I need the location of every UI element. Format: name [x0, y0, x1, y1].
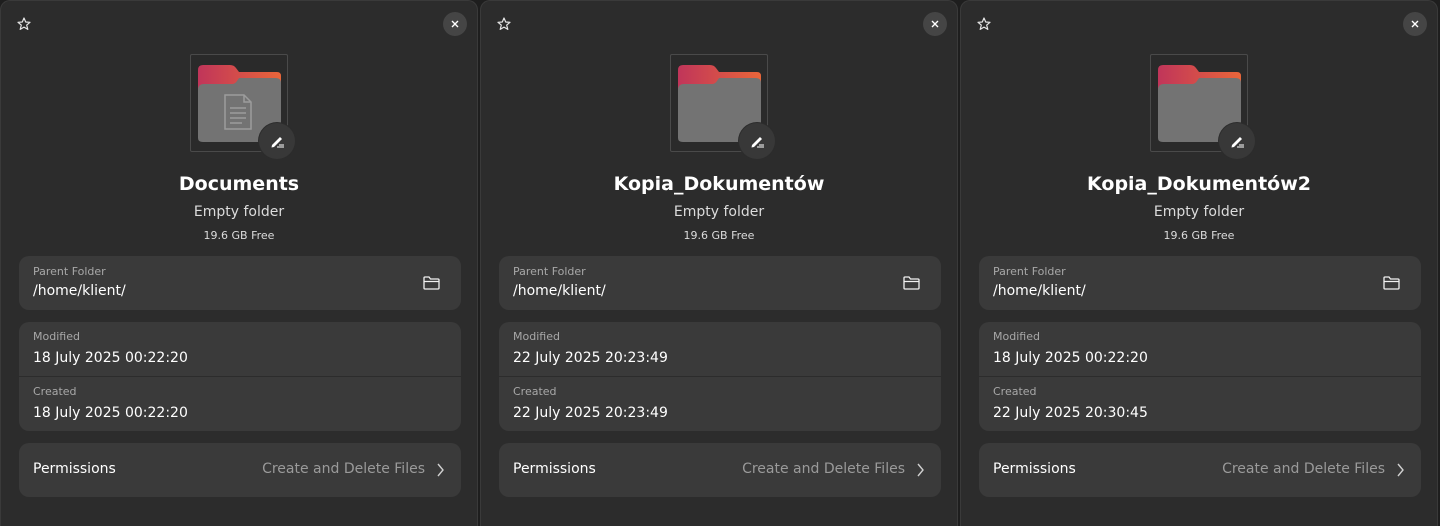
created-value: 22 July 2025 20:23:49	[513, 405, 668, 421]
created-label: Created	[993, 385, 1037, 398]
permissions-row[interactable]: Permissions Create and Delete Files	[979, 443, 1421, 497]
permissions-label: Permissions	[993, 461, 1076, 477]
permissions-label: Permissions	[33, 461, 116, 477]
properties-window-kopia-dokumentow2: Kopia_Dokumentów2 Empty folder 19.6 GB F…	[960, 0, 1438, 526]
close-icon	[1411, 20, 1419, 28]
rename-button[interactable]	[259, 123, 295, 159]
close-button[interactable]	[443, 12, 467, 36]
dates-card: Modified 18 July 2025 00:22:20 Created 2…	[979, 322, 1421, 431]
modified-label: Modified	[33, 330, 80, 343]
dates-card: Modified 22 July 2025 20:23:49 Created 2…	[499, 322, 941, 431]
open-parent-folder-button[interactable]	[421, 273, 441, 293]
created-label: Created	[513, 385, 557, 398]
properties-window-documents: Documents Empty folder 19.6 GB Free Pare…	[0, 0, 478, 526]
parent-folder-value: /home/klient/	[33, 283, 126, 299]
created-label: Created	[33, 385, 77, 398]
folder-open-icon	[1382, 276, 1400, 290]
parent-folder-row: Parent Folder /home/klient/	[499, 256, 941, 310]
chevron-right-icon	[1397, 463, 1404, 477]
folder-name: Kopia_Dokumentów	[613, 173, 825, 195]
parent-folder-label: Parent Folder	[33, 265, 106, 278]
chevron-right-icon	[917, 463, 924, 477]
close-button[interactable]	[1403, 12, 1427, 36]
parent-folder-label: Parent Folder	[513, 265, 586, 278]
parent-folder-value: /home/klient/	[993, 283, 1086, 299]
modified-label: Modified	[513, 330, 560, 343]
rename-button[interactable]	[739, 123, 775, 159]
pencil-icon	[751, 137, 764, 148]
permissions-value: Create and Delete Files	[742, 461, 905, 477]
free-space: 19.6 GB Free	[683, 229, 755, 242]
divider	[19, 376, 461, 377]
permissions-value: Create and Delete Files	[1222, 461, 1385, 477]
free-space: 19.6 GB Free	[1163, 229, 1235, 242]
pencil-icon	[271, 137, 284, 148]
folder-name: Kopia_Dokumentów2	[1087, 173, 1311, 195]
open-parent-folder-button[interactable]	[901, 273, 921, 293]
created-value: 18 July 2025 00:22:20	[33, 405, 188, 421]
permissions-label: Permissions	[513, 461, 596, 477]
permissions-value: Create and Delete Files	[262, 461, 425, 477]
modified-value: 18 July 2025 00:22:20	[993, 350, 1148, 366]
star-icon[interactable]	[493, 13, 515, 35]
open-parent-folder-button[interactable]	[1381, 273, 1401, 293]
folder-type: Empty folder	[193, 204, 285, 220]
properties-window-kopia-dokumentow: Kopia_Dokumentów Empty folder 19.6 GB Fr…	[480, 0, 958, 526]
free-space: 19.6 GB Free	[203, 229, 275, 242]
folder-open-icon	[902, 276, 920, 290]
rename-button[interactable]	[1219, 123, 1255, 159]
modified-value: 18 July 2025 00:22:20	[33, 350, 188, 366]
parent-folder-value: /home/klient/	[513, 283, 606, 299]
divider	[499, 376, 941, 377]
close-icon	[451, 20, 459, 28]
dates-card: Modified 18 July 2025 00:22:20 Created 1…	[19, 322, 461, 431]
permissions-row[interactable]: Permissions Create and Delete Files	[19, 443, 461, 497]
chevron-right-icon	[437, 463, 444, 477]
created-value: 22 July 2025 20:30:45	[993, 405, 1148, 421]
permissions-row[interactable]: Permissions Create and Delete Files	[499, 443, 941, 497]
close-button[interactable]	[923, 12, 947, 36]
modified-value: 22 July 2025 20:23:49	[513, 350, 668, 366]
pencil-icon	[1231, 137, 1244, 148]
folder-type: Empty folder	[1153, 204, 1245, 220]
folder-name: Documents	[178, 173, 300, 195]
parent-folder-label: Parent Folder	[993, 265, 1066, 278]
parent-folder-row: Parent Folder /home/klient/	[19, 256, 461, 310]
divider	[979, 376, 1421, 377]
close-icon	[931, 20, 939, 28]
star-icon[interactable]	[13, 13, 35, 35]
parent-folder-row: Parent Folder /home/klient/	[979, 256, 1421, 310]
modified-label: Modified	[993, 330, 1040, 343]
folder-type: Empty folder	[673, 204, 765, 220]
folder-open-icon	[422, 276, 440, 290]
star-icon[interactable]	[973, 13, 995, 35]
